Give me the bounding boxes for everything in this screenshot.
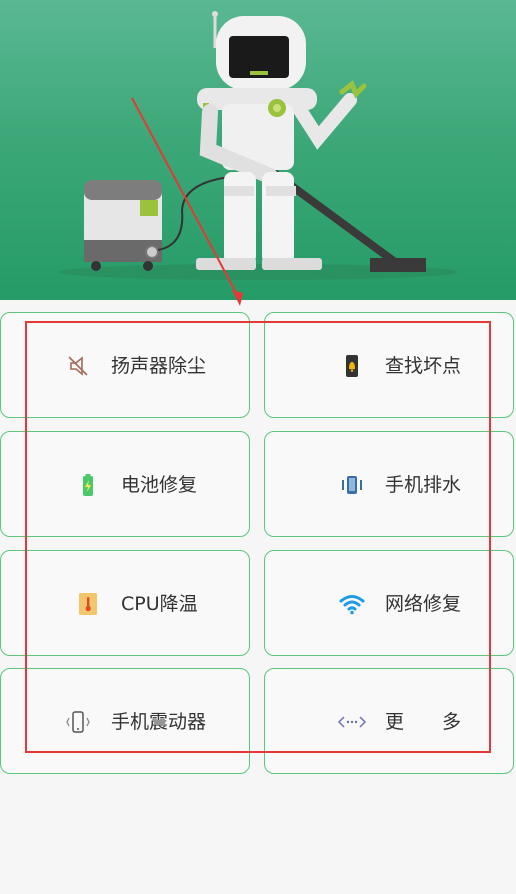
card-label: 电池修复	[121, 474, 198, 496]
card-label: 网络修复	[385, 593, 462, 615]
card-label: 手机排水	[385, 474, 462, 496]
phone-drain-button[interactable]: 手机排水	[264, 431, 514, 537]
wifi-icon	[339, 591, 365, 617]
card-label: 扬声器除尘	[111, 355, 207, 377]
phone-shake-icon	[65, 709, 91, 735]
banner-illustration	[0, 0, 516, 300]
robot	[196, 11, 367, 270]
speaker-muted-icon	[65, 353, 91, 379]
thermometer-icon	[75, 591, 101, 617]
battery-repair-button[interactable]: 电池修复	[0, 431, 250, 537]
card-label: 手机震动器	[111, 711, 207, 733]
speaker-dust-button[interactable]: 扬声器除尘	[0, 312, 250, 418]
more-icon	[337, 709, 367, 735]
robot-vacuum-illustration	[58, 11, 458, 280]
tool-grid: 扬声器除尘 查找坏点 电池修复 手机排水 CPU降温 网络修复 手机震动器 更 …	[0, 300, 516, 894]
card-label: 更 多	[385, 711, 462, 733]
card-label: 查找坏点	[385, 355, 462, 377]
more-button[interactable]: 更 多	[264, 668, 514, 774]
phone-vibrate-icon	[339, 472, 365, 498]
cpu-cooling-button[interactable]: CPU降温	[0, 550, 250, 656]
phone-vibrator-button[interactable]: 手机震动器	[0, 668, 250, 774]
vacuum-canister	[84, 175, 241, 271]
find-dead-pixel-button[interactable]: 查找坏点	[264, 312, 514, 418]
network-repair-button[interactable]: 网络修复	[264, 550, 514, 656]
card-label: CPU降温	[121, 593, 198, 615]
battery-charging-icon	[75, 472, 101, 498]
phone-bell-icon	[339, 353, 365, 379]
